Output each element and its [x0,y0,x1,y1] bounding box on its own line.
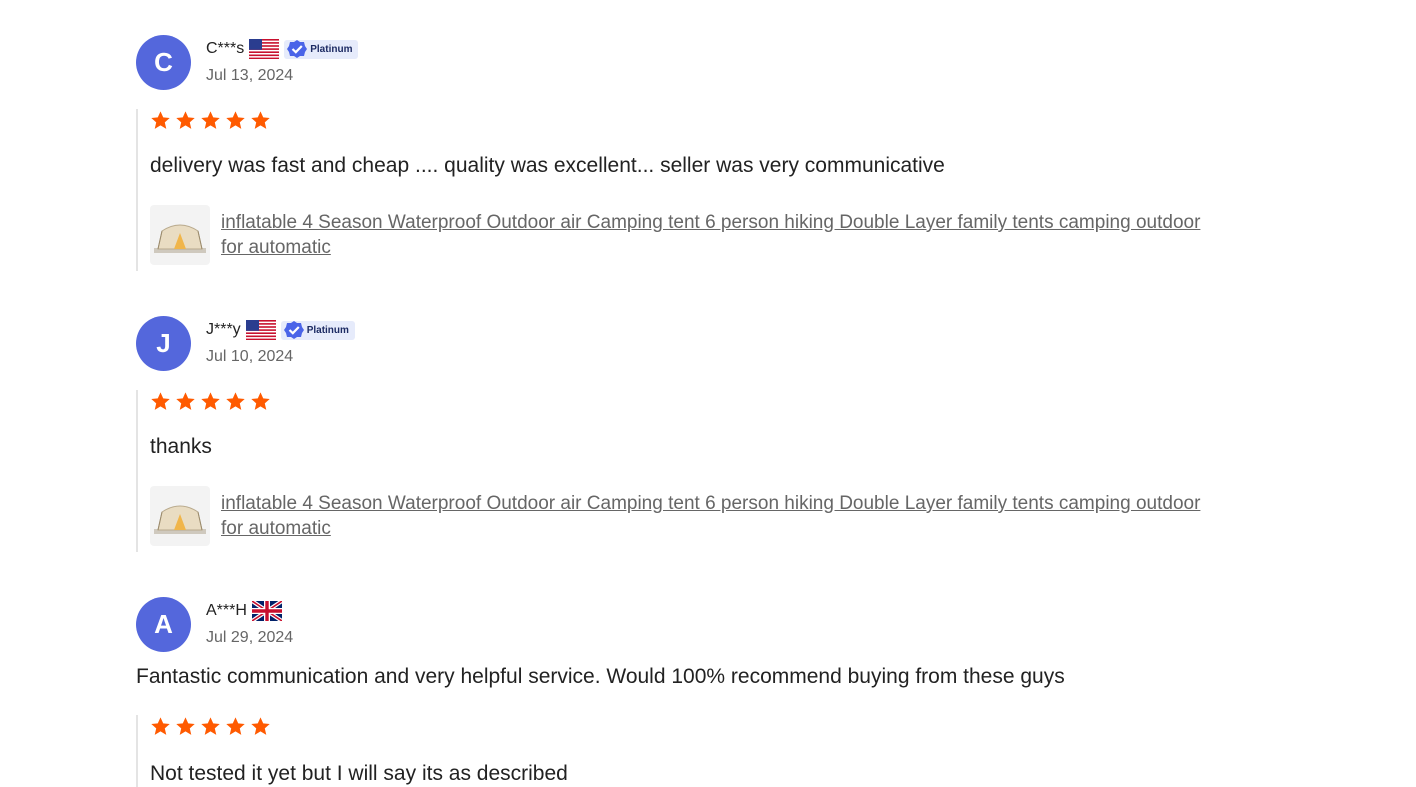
avatar: J [136,316,191,371]
reviewer-name: A***H [206,602,247,619]
review-text: Not tested it yet but I will say its as … [150,762,568,785]
star-icon [201,716,220,735]
review-card: J J***y Platinum Jul 10, 2024 thanks inf… [136,316,1276,552]
avatar: C [136,35,191,90]
star-icon [151,110,170,129]
product-link[interactable]: inflatable 4 Season Waterproof Outdoor a… [221,491,1221,541]
review-date: Jul 10, 2024 [206,348,294,365]
star-icon [226,391,245,410]
user-line: A***H [206,601,282,621]
platinum-badge: Platinum [284,39,359,59]
platinum-badge: Platinum [280,320,355,340]
star-icon [251,391,270,410]
us-flag-icon [245,320,276,340]
reviewer-name: J***y [206,321,241,338]
star-rating [150,109,1276,131]
avatar: A [136,597,191,652]
product-thumbnail[interactable] [150,205,210,265]
badge-label: Platinum [310,43,353,55]
product-link[interactable]: inflatable 4 Season Waterproof Outdoor a… [221,210,1221,260]
review-card: C C***s Platinum Jul 13, 2024 delivery w… [136,35,1276,271]
review-body: thanks inflatable 4 Season Waterproof Ou… [136,390,1276,552]
star-icon [251,110,270,129]
star-icon [226,716,245,735]
star-icon [176,391,195,410]
product-reference[interactable]: inflatable 4 Season Waterproof Outdoor a… [150,486,1276,552]
review-header: J J***y Platinum Jul 10, 2024 [136,316,1276,372]
star-icon [176,110,195,129]
star-icon [251,716,270,735]
reviewer-name: C***s [206,40,245,57]
review-header: C C***s Platinum Jul 13, 2024 [136,35,1276,91]
product-reference[interactable]: inflatable 4 Season Waterproof Outdoor a… [150,205,1276,271]
user-line: C***s Platinum [206,39,359,59]
review-date: Jul 13, 2024 [206,67,294,84]
review-date: Jul 29, 2024 [206,629,294,646]
review-body: delivery was fast and cheap .... quality… [136,109,1276,271]
star-icon [201,391,220,410]
star-icon [151,716,170,735]
supplier-comment: Fantastic communication and very helpful… [136,665,1065,688]
star-icon [151,391,170,410]
review-text: delivery was fast and cheap .... quality… [150,154,945,177]
review-header: A A***H Jul 29, 2024 [136,597,1276,653]
user-line: J***y Platinum [206,320,355,340]
review-body-container: Not tested it yet but I will say its as … [136,697,1276,787]
product-thumbnail[interactable] [150,486,210,546]
star-icon [201,110,220,129]
verified-check-icon [287,40,308,58]
tent-icon [154,505,206,534]
tent-icon [154,224,206,253]
star-rating [150,715,1276,737]
review-body: Not tested it yet but I will say its as … [136,715,1276,787]
review-text: thanks [150,435,212,458]
uk-flag-icon [251,601,282,621]
badge-label: Platinum [306,324,349,336]
star-icon [226,110,245,129]
star-icon [176,716,195,735]
star-rating [150,390,1276,412]
verified-check-icon [283,321,304,339]
review-card: A A***H Jul 29, 2024 [136,597,1276,653]
us-flag-icon [249,39,280,59]
